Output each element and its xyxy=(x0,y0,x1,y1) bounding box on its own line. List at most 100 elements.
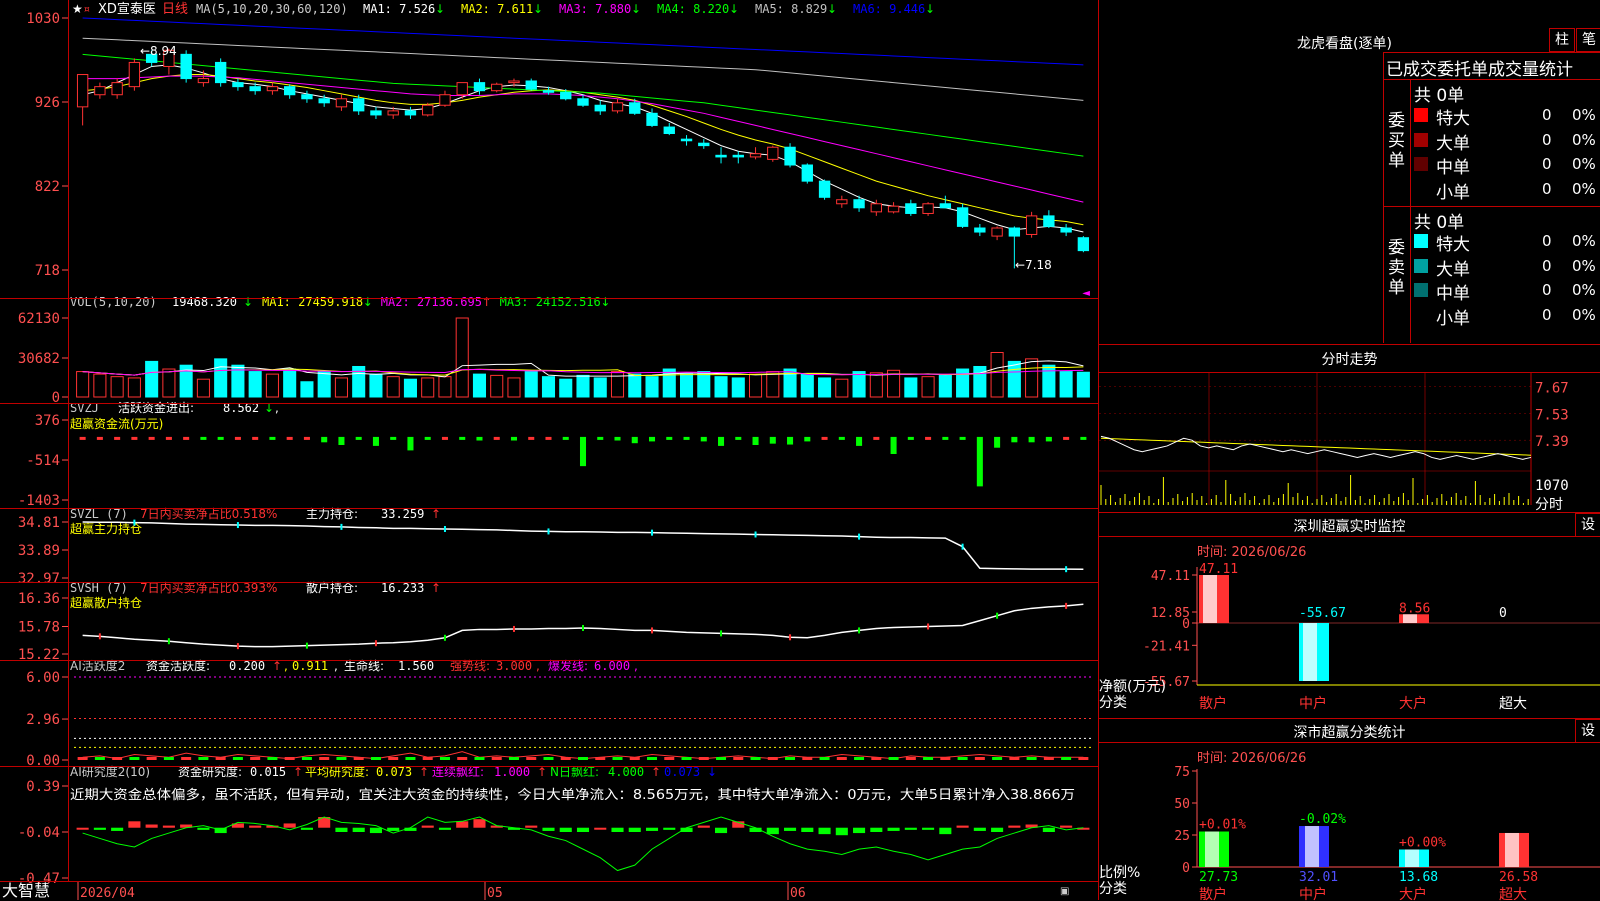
order-type-label: 特大 xyxy=(1436,235,1470,255)
candle xyxy=(249,86,261,92)
holding-tick xyxy=(789,634,792,641)
stats-change-label: -0.02% xyxy=(1299,812,1346,827)
candle xyxy=(197,78,210,84)
holding-tick xyxy=(720,630,723,637)
flag-icon: ¤ xyxy=(84,5,90,15)
candle xyxy=(560,91,572,100)
research-bar xyxy=(801,827,814,832)
monitor-plot[interactable]: 时间: 2026/06/2647.1112.850-21.41-55.6747.… xyxy=(1099,537,1600,719)
volume-bar xyxy=(248,371,262,398)
net-amount-label: 净额(万元) xyxy=(1099,679,1166,695)
ai-active-bar xyxy=(957,757,968,760)
volume-bar xyxy=(869,372,883,398)
period-label[interactable]: 日线 xyxy=(162,2,188,17)
monitor-settings-button[interactable]: 设 xyxy=(1575,513,1600,537)
research-value4: 4.000 xyxy=(608,765,644,779)
candle xyxy=(646,112,658,126)
research-value5: 0.073 xyxy=(664,765,700,779)
fund-flow-bar xyxy=(303,436,310,440)
tab-bi[interactable]: 笔 xyxy=(1576,28,1600,52)
research-bar xyxy=(162,825,175,828)
main-price-chart[interactable]: ★ ¤ XD宣泰医 日线 MA(5,10,20,30,60,120) MA1: … xyxy=(0,0,1100,900)
ai-active-bar xyxy=(439,757,450,760)
fund-flow-plot[interactable] xyxy=(79,436,1087,487)
fund-flow-bar xyxy=(769,436,776,444)
strong-value: 3.000 xyxy=(496,659,532,673)
ai-active-y-axis: 6.002.960.00 xyxy=(26,670,68,769)
svzl-header: SVZL (7) 7日内买卖净占比0.518% 主力持仓: 33.259 ↑ 超… xyxy=(70,506,441,536)
stats-settings-button[interactable]: 设 xyxy=(1575,719,1600,743)
ai-active-bar xyxy=(854,757,865,760)
candlestick-plot[interactable]: ◄ xyxy=(76,17,1090,299)
stats-value-label: 13.68 xyxy=(1399,870,1438,885)
intraday-plot[interactable]: 7.67 7.53 7.39 1070 分时 xyxy=(1099,373,1600,513)
volume-plot[interactable] xyxy=(76,317,1090,398)
stats-panel: 深市超赢分类统计 设 时间: 2026/06/26 75 50 25 0 +0.01% 27… xyxy=(1099,718,1600,901)
holding-tick xyxy=(961,543,964,550)
volume-bar xyxy=(386,376,400,398)
candle xyxy=(422,104,434,116)
research-bar xyxy=(456,821,469,828)
research-bar xyxy=(991,827,1004,832)
ai-research-plot[interactable] xyxy=(76,816,1090,872)
y-tick-label: 16.36 xyxy=(18,591,60,607)
fund-flow-bar xyxy=(148,436,155,440)
y-tick-label: 926 xyxy=(35,95,60,111)
ai-active-bar xyxy=(802,757,813,760)
stats-time: 时间: 2026/06/26 xyxy=(1197,751,1306,766)
svsh-y-axis: 16.3615.7815.22 xyxy=(18,591,68,663)
fund-flow-bar xyxy=(165,436,172,440)
ai-active-value: 0.200 xyxy=(229,659,265,673)
volume-bar xyxy=(714,376,728,398)
ai-active-bar xyxy=(1061,757,1072,760)
holding-tick xyxy=(374,640,377,647)
intraday-title: 分时走势 xyxy=(1321,352,1378,368)
monitor-y-label: -21.41 xyxy=(1143,639,1190,654)
lock-icon[interactable]: ▣ xyxy=(1060,886,1069,897)
research-bar xyxy=(628,827,641,832)
ai-active-bar xyxy=(77,757,88,760)
ai-active-plot[interactable] xyxy=(74,676,1092,760)
ai-active-bar xyxy=(560,757,571,760)
hsep-bottom xyxy=(0,881,1098,882)
fund-flow-bar xyxy=(321,436,328,443)
ma-value-4: MA4: 8.220 xyxy=(657,2,729,16)
main-holding-plot[interactable] xyxy=(82,519,1084,573)
candle xyxy=(577,98,589,106)
ai-active-bar xyxy=(267,757,278,760)
stats-y-label: 50 xyxy=(1174,797,1190,812)
research-bar xyxy=(1042,827,1055,832)
ma-values: MA1: 7.526 ↓ MA2: 7.611 ↓ MA3: 7.880 ↓ MA4: 8.… xyxy=(363,2,935,16)
fund-flow-bar xyxy=(79,436,86,440)
monitor-panel: 深圳超赢实时监控 设 时间: 2026/06/26 47.11 12.85 0 -21.… xyxy=(1099,512,1600,719)
research-bar xyxy=(438,827,452,830)
ai-active-bar xyxy=(336,757,347,760)
research-bar xyxy=(835,827,848,836)
y-tick-label: 15.78 xyxy=(18,619,60,635)
tab-zhu[interactable]: 柱 xyxy=(1549,28,1575,52)
research-bar xyxy=(697,825,710,828)
candle xyxy=(180,53,192,80)
ai-active-bar xyxy=(698,757,709,760)
stats-bar-highlight xyxy=(1405,849,1419,867)
intraday-panel[interactable]: 分时走势 7.67 7.53 7.39 1070 分时 xyxy=(1099,344,1600,513)
order-row: 中单 0 0% xyxy=(1412,153,1600,178)
ai-active-bar xyxy=(146,757,157,760)
order-count: 0 xyxy=(1542,155,1552,173)
ai-active-bar xyxy=(681,757,692,760)
ai-active-arrow: ↑ xyxy=(272,659,282,673)
stock-name[interactable]: XD宣泰医 xyxy=(98,1,156,17)
ai-active-bar xyxy=(888,757,899,760)
order-count: 0 xyxy=(1542,232,1552,250)
retail-holding-plot[interactable] xyxy=(82,602,1084,650)
favorite-star-icon[interactable]: ★ xyxy=(72,2,83,16)
x-tick-label: 06 xyxy=(790,886,806,900)
fund-flow-bar xyxy=(718,436,725,446)
research-bar xyxy=(473,819,486,828)
stats-change-label: +0.01% xyxy=(1199,818,1246,833)
monitor-bar-label: 47.11 xyxy=(1199,562,1238,577)
stats-plot[interactable]: 时间: 2026/06/26 75 50 25 0 +0.01% 27.73 -0.02% 32… xyxy=(1099,743,1600,901)
holding-tick xyxy=(547,528,550,535)
burst-value: 6.000 xyxy=(594,659,630,673)
dragon-tiger-subtitle: 已成交委托单成交量统计 xyxy=(1386,60,1573,80)
